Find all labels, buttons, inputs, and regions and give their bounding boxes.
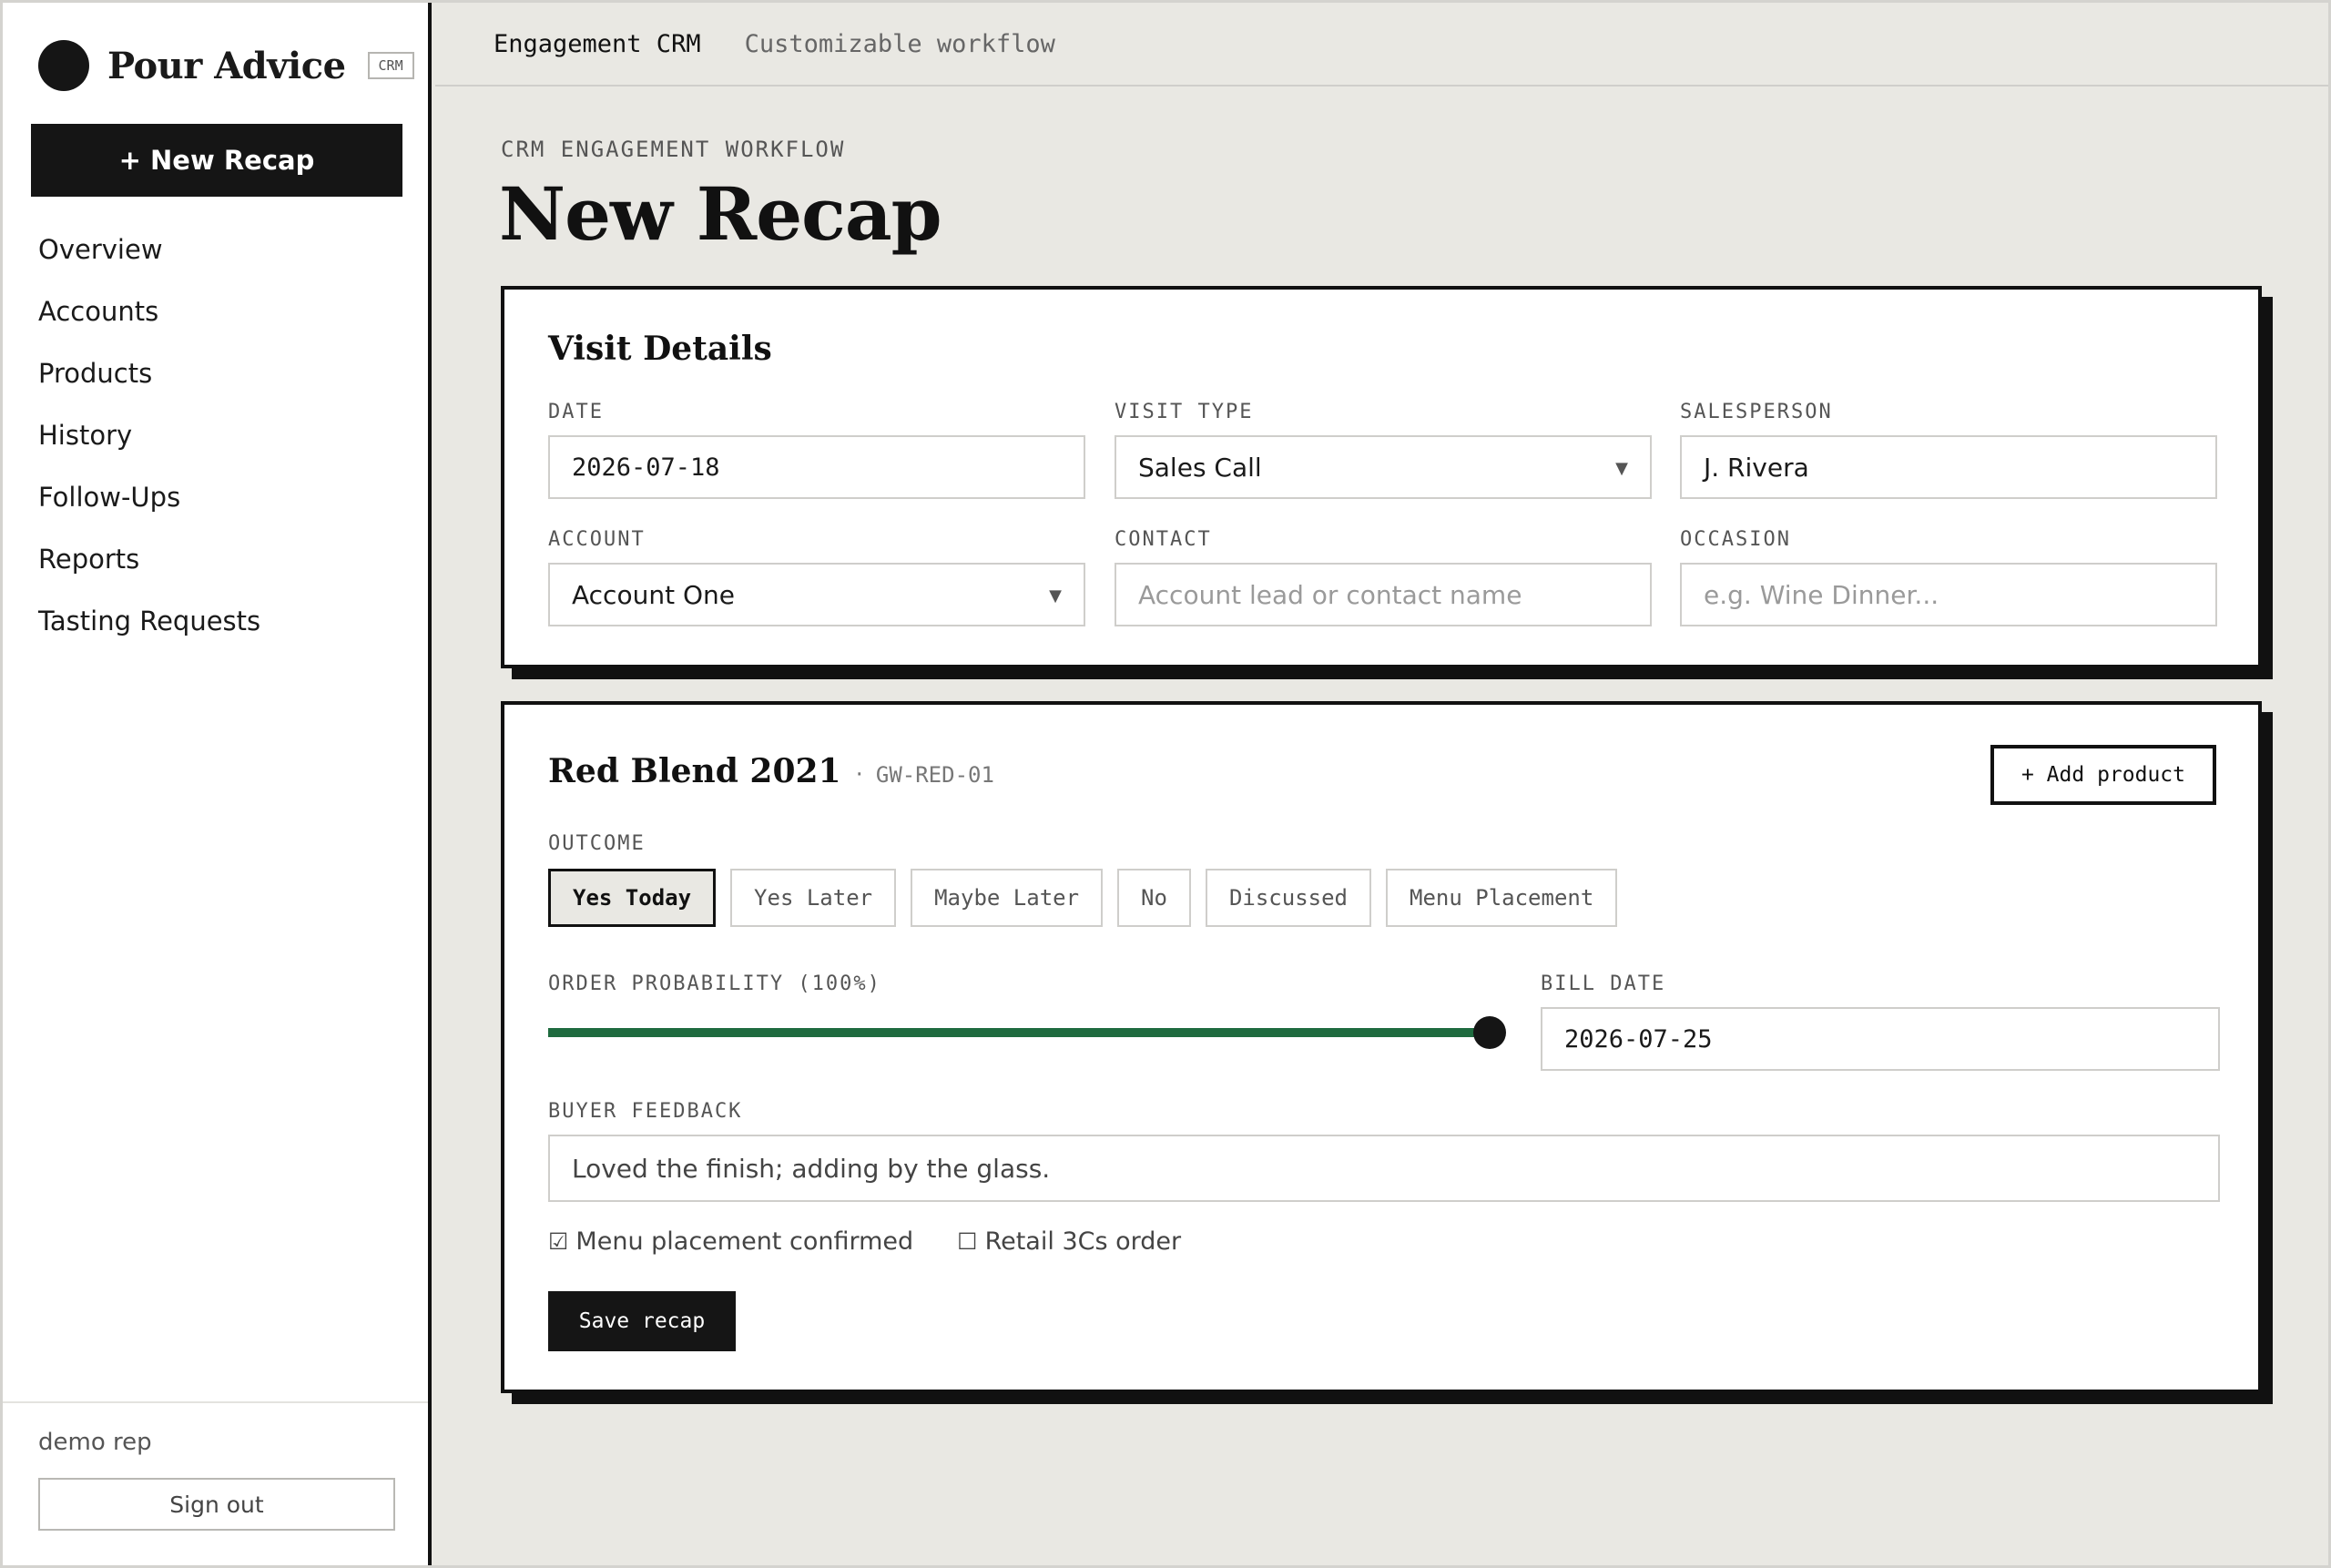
product-name: Red Blend 2021: [548, 752, 841, 790]
account-value: Account One: [572, 579, 735, 610]
caret-down-icon: ▼: [1049, 586, 1062, 606]
order-probability-slider[interactable]: [548, 1014, 1506, 1051]
salesperson-label: SALESPERSON: [1680, 401, 1833, 423]
sidebar: Pour Advice CRM + New Recap Overview Acc…: [0, 0, 432, 1568]
page-title: New Recap: [499, 171, 942, 257]
outcome-maybe-later[interactable]: Maybe Later: [911, 869, 1104, 927]
sidebar-item-overview[interactable]: Overview: [38, 219, 260, 280]
menu-placement-label: Menu placement confirmed: [575, 1227, 914, 1256]
salesperson-field[interactable]: J. Rivera: [1680, 435, 2217, 499]
visit-details-title: Visit Details: [548, 330, 772, 368]
visit-type-label: VISIT TYPE: [1115, 401, 1254, 423]
retail-order-checkbox[interactable]: ☐ Retail 3Cs order: [957, 1227, 1181, 1256]
product-header: Red Blend 2021 · GW-RED-01: [548, 752, 994, 790]
product-sku: GW-RED-01: [875, 762, 994, 788]
outcome-no[interactable]: No: [1117, 869, 1191, 927]
page-eyebrow: CRM ENGAGEMENT WORKFLOW: [501, 137, 846, 162]
sidebar-item-history[interactable]: History: [38, 404, 260, 466]
add-product-button[interactable]: + Add product: [1990, 745, 2216, 805]
top-bar: Engagement CRM Customizable workflow: [435, 3, 2328, 87]
outcome-yes-today[interactable]: Yes Today: [548, 869, 717, 927]
brand-badge: CRM: [367, 52, 414, 79]
visit-type-select[interactable]: Sales Call ▼: [1115, 435, 1652, 499]
outcome-menu-placement[interactable]: Menu Placement: [1386, 869, 1618, 927]
slider-handle[interactable]: [1473, 1016, 1506, 1049]
brand-name: Pour Advice: [107, 44, 346, 87]
menu-placement-checkbox[interactable]: ☑ Menu placement confirmed: [548, 1227, 913, 1256]
sidebar-nav: Overview Accounts Products History Follo…: [38, 219, 260, 652]
sidebar-footer: demo rep Sign out: [0, 1401, 428, 1531]
sidebar-item-tasting-requests[interactable]: Tasting Requests: [38, 590, 260, 652]
outcome-label: OUTCOME: [548, 832, 646, 855]
caret-down-icon: ▼: [1615, 459, 1628, 478]
order-probability-label: ORDER PROBABILITY (100%): [548, 972, 881, 995]
visit-type-value: Sales Call: [1138, 452, 1262, 483]
brand[interactable]: Pour Advice CRM: [38, 40, 414, 91]
sidebar-item-follow-ups[interactable]: Follow-Ups: [38, 466, 260, 528]
sign-out-button[interactable]: Sign out: [38, 1478, 395, 1531]
options-checkboxes: ☑ Menu placement confirmed ☐ Retail 3Cs …: [548, 1227, 1225, 1256]
brand-logo-icon: [38, 40, 89, 91]
outcome-discussed[interactable]: Discussed: [1205, 869, 1371, 927]
app-subtitle: Customizable workflow: [744, 29, 1055, 58]
date-label: DATE: [548, 401, 604, 423]
account-label: ACCOUNT: [548, 528, 646, 551]
date-field[interactable]: 2026-07-18: [548, 435, 1085, 499]
occasion-field[interactable]: e.g. Wine Dinner...: [1680, 563, 2217, 626]
product-card: Red Blend 2021 · GW-RED-01 + Add product…: [501, 701, 2262, 1393]
save-recap-button[interactable]: Save recap: [548, 1291, 736, 1351]
outcome-options: Yes Today Yes Later Maybe Later No Discu…: [548, 869, 1632, 927]
retail-order-label: Retail 3Cs order: [984, 1227, 1182, 1256]
sidebar-item-products[interactable]: Products: [38, 342, 260, 404]
sidebar-item-accounts[interactable]: Accounts: [38, 280, 260, 342]
outcome-yes-later[interactable]: Yes Later: [730, 869, 897, 927]
account-select[interactable]: Account One ▼: [548, 563, 1085, 626]
new-recap-button[interactable]: + New Recap: [31, 124, 402, 197]
contact-label: CONTACT: [1115, 528, 1212, 551]
visit-details-card: Visit Details DATE 2026-07-18 VISIT TYPE…: [501, 286, 2262, 668]
unchecked-box-icon: ☐: [957, 1228, 978, 1255]
user-name: demo rep: [38, 1429, 152, 1456]
bill-date-label: BILL DATE: [1541, 972, 1666, 995]
app-title: Engagement CRM: [494, 29, 701, 58]
buyer-feedback-field[interactable]: Loved the finish; adding by the glass.: [548, 1135, 2220, 1202]
slider-fill: [548, 1028, 1490, 1037]
occasion-label: OCCASION: [1680, 528, 1791, 551]
sidebar-item-reports[interactable]: Reports: [38, 528, 260, 590]
separator-dot: ·: [855, 761, 863, 789]
slider-track: [548, 1028, 1490, 1037]
bill-date-field[interactable]: 2026-07-25: [1541, 1007, 2220, 1071]
buyer-feedback-label: BUYER FEEDBACK: [548, 1100, 743, 1123]
contact-field[interactable]: Account lead or contact name: [1115, 563, 1652, 626]
checked-box-icon: ☑: [548, 1228, 569, 1255]
